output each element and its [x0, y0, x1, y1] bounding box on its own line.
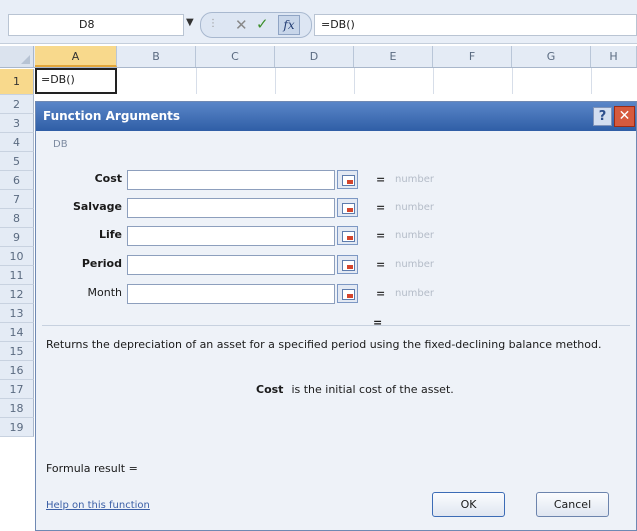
grid-line: [275, 68, 276, 94]
function-description: Returns the depreciation of an asset for…: [46, 338, 602, 351]
function-name: DB: [53, 139, 68, 150]
argument-description-text: is the initial cost of the asset.: [291, 383, 454, 396]
cancel-button[interactable]: Cancel: [536, 492, 609, 517]
grid-line: [591, 68, 592, 94]
grid-line: [512, 68, 513, 94]
range-select-icon[interactable]: [337, 170, 358, 189]
row-header-9[interactable]: 9: [0, 228, 34, 247]
range-select-icon[interactable]: [337, 284, 358, 303]
insert-function-icon[interactable]: fx: [278, 15, 300, 35]
grid-line: [354, 68, 355, 94]
formula-bar: D8 ▼ ⋮ ✕ ✓ fx =DB(): [0, 0, 637, 44]
grip-icon: ⋮: [208, 18, 218, 29]
range-select-icon[interactable]: [337, 226, 358, 245]
column-header-a[interactable]: A: [35, 46, 117, 67]
divider: [42, 325, 630, 326]
row-header-5[interactable]: 5: [0, 152, 34, 171]
arg-result: number: [395, 230, 435, 241]
row-header-18[interactable]: 18: [0, 399, 34, 418]
argument-description-name: Cost: [256, 383, 284, 396]
formula-result: Formula result =: [46, 462, 138, 475]
life-input[interactable]: [127, 226, 335, 246]
row-header-19[interactable]: 19: [0, 418, 34, 437]
column-header-h[interactable]: H: [591, 46, 637, 67]
formula-buttons: ⋮ ✕ ✓ fx: [200, 12, 312, 38]
argument-description: Cost is the initial cost of the asset.: [256, 383, 454, 396]
column-header-d[interactable]: D: [275, 46, 354, 67]
row-header-12[interactable]: 12: [0, 285, 34, 304]
grid-line: [433, 68, 434, 94]
row-header-11[interactable]: 11: [0, 266, 34, 285]
arg-equals: =: [376, 201, 386, 214]
row-header-1[interactable]: 1: [0, 69, 34, 95]
arg-result: number: [395, 259, 435, 270]
row-header-17[interactable]: 17: [0, 380, 34, 399]
formula-input[interactable]: =DB(): [314, 14, 637, 36]
range-select-icon[interactable]: [337, 198, 358, 217]
cost-input[interactable]: [127, 170, 335, 190]
range-select-icon[interactable]: [337, 255, 358, 274]
function-arguments-dialog: Function Arguments ? ✕ DB Cost = number …: [35, 101, 637, 531]
arg-result: number: [395, 288, 435, 299]
row-header-7[interactable]: 7: [0, 190, 34, 209]
dialog-title-bar[interactable]: Function Arguments ? ✕: [36, 102, 636, 131]
help-link[interactable]: Help on this function: [46, 500, 150, 511]
grid-line: [196, 68, 197, 94]
close-icon[interactable]: ✕: [614, 106, 635, 127]
cell-a1[interactable]: =DB(): [35, 68, 117, 94]
row-header-3[interactable]: 3: [0, 114, 34, 133]
column-header-c[interactable]: C: [196, 46, 275, 67]
arg-equals: =: [376, 287, 386, 300]
arg-result: number: [395, 202, 435, 213]
row-header-13[interactable]: 13: [0, 304, 34, 323]
arg-equals: =: [376, 229, 386, 242]
arg-equals: =: [376, 173, 386, 186]
name-box[interactable]: D8: [8, 14, 184, 36]
select-all-corner[interactable]: [0, 46, 34, 67]
salvage-input[interactable]: [127, 198, 335, 218]
arg-label-period: Period: [81, 257, 122, 270]
column-header-row: A B C D E F G H: [0, 46, 637, 68]
column-header-g[interactable]: G: [512, 46, 591, 67]
arg-result: number: [395, 174, 435, 185]
arg-label-life: Life: [98, 228, 122, 241]
row-header-4[interactable]: 4: [0, 133, 34, 152]
row-header-2[interactable]: 2: [0, 95, 34, 114]
month-input[interactable]: [127, 284, 335, 304]
column-header-b[interactable]: B: [117, 46, 196, 67]
row-header-10[interactable]: 10: [0, 247, 34, 266]
row-header-14[interactable]: 14: [0, 323, 34, 342]
arg-label-salvage: Salvage: [72, 200, 122, 213]
row-header-16[interactable]: 16: [0, 361, 34, 380]
column-header-e[interactable]: E: [354, 46, 433, 67]
total-equals: =: [373, 316, 383, 329]
ok-button[interactable]: OK: [432, 492, 505, 517]
arg-equals: =: [376, 258, 386, 271]
arg-label-month: Month: [87, 286, 122, 299]
row-header-6[interactable]: 6: [0, 171, 34, 190]
period-input[interactable]: [127, 255, 335, 275]
help-icon[interactable]: ?: [593, 107, 612, 126]
enter-formula-icon[interactable]: ✓: [256, 15, 269, 33]
arg-label-cost: Cost: [94, 172, 122, 185]
cancel-formula-icon[interactable]: ✕: [235, 16, 248, 34]
row-header-8[interactable]: 8: [0, 209, 34, 228]
row-header-15[interactable]: 15: [0, 342, 34, 361]
chevron-down-icon[interactable]: ▼: [186, 17, 194, 28]
column-header-f[interactable]: F: [433, 46, 512, 67]
name-box-value: D8: [79, 18, 95, 31]
dialog-title: Function Arguments: [43, 109, 181, 123]
